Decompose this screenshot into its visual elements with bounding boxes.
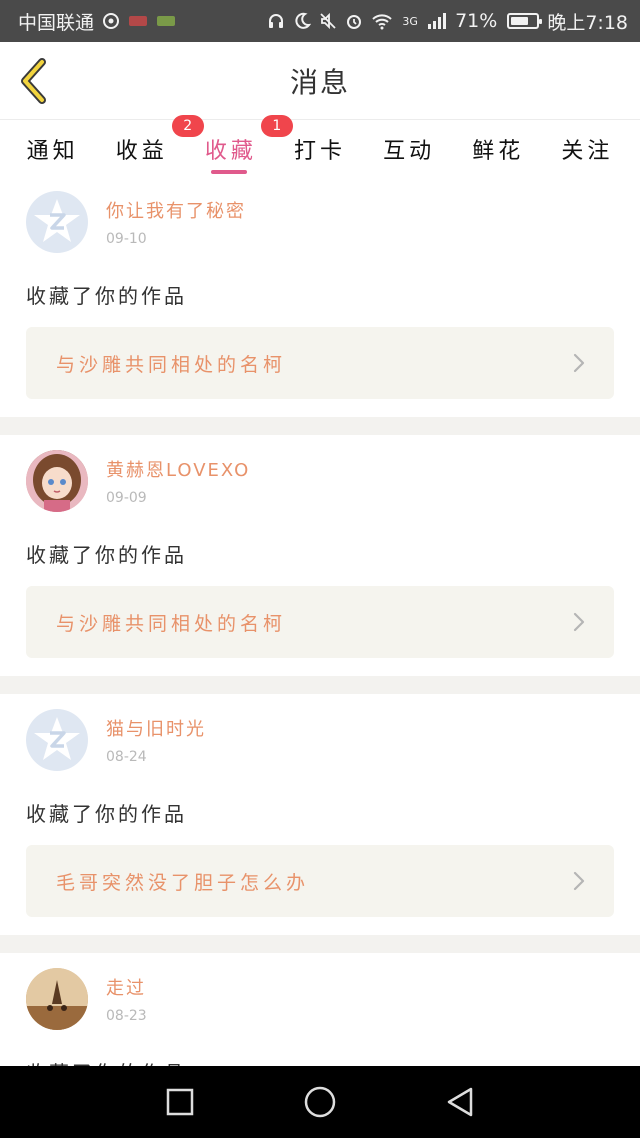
tab-1[interactable]: 收益 2 (115, 115, 204, 176)
action-text: 收藏了你的作品 (26, 284, 187, 308)
tab-label: 打卡 (293, 138, 346, 164)
alarm-icon (345, 10, 363, 32)
status-bar: 中国联通 3G 71% 晚上7:18 (0, 0, 640, 42)
battery-icon (507, 13, 543, 29)
tab-4[interactable]: 互动 (383, 121, 435, 176)
tab-label: 互动 (383, 138, 436, 164)
date: 09-09 (106, 490, 147, 506)
work-title: 与沙雕共同相处的名柯 (56, 353, 287, 376)
message-item[interactable]: 猫与旧时光 08-24 收藏了你的作品毛哥突然没了胆子怎么办 (0, 694, 640, 935)
tab-5[interactable]: 鲜花 (472, 121, 524, 176)
chevron-right-icon (573, 871, 585, 891)
tab-label: 鲜花 (472, 138, 525, 164)
scene-avatar (26, 968, 88, 1030)
message-item[interactable]: 你让我有了秘密 09-10 收藏了你的作品与沙雕共同相处的名柯 (0, 176, 640, 417)
date: 08-24 (106, 749, 147, 765)
chevron-right-icon (573, 353, 585, 373)
tab-label: 关注 (561, 138, 614, 164)
system-nav-bar (0, 1066, 640, 1138)
unread-badge: 2 (171, 115, 204, 137)
date: 08-23 (106, 1008, 147, 1024)
item-header: 猫与旧时光 08-24 (26, 704, 614, 776)
item-header: 你让我有了秘密 09-10 (26, 186, 614, 258)
recent-apps-button[interactable] (156, 1078, 204, 1126)
default-avatar-icon (34, 199, 80, 242)
carrier-label: 中国联通 (18, 11, 95, 34)
tab-2[interactable]: 收藏 1 (204, 115, 293, 176)
square-icon (166, 1088, 194, 1116)
anime-girl-avatar (26, 450, 88, 512)
action-text: 收藏了你的作品 (26, 543, 187, 567)
screen: 中国联通 3G 71% 晚上7:18 消息 通知 收益 2 收藏 1 打卡 互动… (0, 0, 640, 1138)
separator (0, 935, 640, 953)
work-card[interactable]: 毛哥突然没了胆子怎么办 (26, 845, 614, 917)
work-card[interactable]: 与沙雕共同相处的名柯 (26, 586, 614, 658)
item-meta: 黄赫恩LOVEXO 09-09 (106, 456, 250, 506)
network-type-label: 3G (402, 14, 418, 28)
tab-0[interactable]: 通知 (27, 121, 79, 176)
tab-3[interactable]: 打卡 (294, 121, 346, 176)
default-avatar-icon (34, 717, 80, 760)
clock: 晚上7:18 (547, 11, 628, 34)
date: 09-10 (106, 231, 147, 247)
mute-icon (319, 10, 337, 32)
header: 消息 (0, 42, 640, 120)
work-card[interactable]: 与沙雕共同相处的名柯 (26, 327, 614, 399)
tab-label: 通知 (26, 138, 79, 164)
avatar[interactable] (26, 191, 88, 253)
nickname[interactable]: 黄赫恩LOVEXO (106, 456, 250, 482)
battery-percent: 71% (455, 10, 498, 32)
avatar[interactable] (26, 709, 88, 771)
tab-bar: 通知 收益 2 收藏 1 打卡 互动 鲜花 关注 (0, 115, 640, 176)
tab-6[interactable]: 关注 (561, 121, 613, 176)
item-header: 走过 08-23 (26, 963, 614, 1035)
headset-icon (267, 10, 285, 32)
unread-badge: 1 (260, 115, 293, 137)
avatar[interactable] (26, 968, 88, 1030)
app-notification-icon-2 (156, 10, 176, 32)
action-text: 收藏了你的作品 (26, 1057, 614, 1066)
triangle-back-icon (447, 1087, 473, 1117)
message-list: 你让我有了秘密 09-10 收藏了你的作品 与沙雕共同相处的名柯 黄赫恩LOVEXO 09… (0, 176, 640, 1066)
chevron-left-icon (21, 58, 46, 104)
avatar[interactable] (26, 450, 88, 512)
tab-label: 收藏 (204, 138, 257, 164)
circle-icon (304, 1086, 336, 1118)
work-title: 毛哥突然没了胆子怎么办 (56, 871, 310, 894)
home-button[interactable] (296, 1078, 344, 1126)
work-title: 与沙雕共同相处的名柯 (56, 612, 287, 635)
message-item[interactable]: 黄赫恩LOVEXO 09-09 收藏了你的作品与沙雕共同相处的名柯 (0, 435, 640, 676)
status-left: 中国联通 (18, 8, 176, 35)
message-item[interactable]: 走过 08-23 收藏了你的作品 (0, 953, 640, 1066)
nickname[interactable]: 走过 (106, 974, 147, 1000)
back-button[interactable] (14, 56, 54, 106)
tab-label: 收益 (115, 138, 168, 164)
item-meta: 猫与旧时光 08-24 (106, 715, 206, 765)
nickname[interactable]: 猫与旧时光 (106, 715, 206, 741)
action-text: 收藏了你的作品 (26, 802, 187, 826)
sync-icon (102, 10, 120, 32)
item-meta: 你让我有了秘密 09-10 (106, 197, 246, 247)
moon-icon (293, 10, 312, 32)
back-nav-button[interactable] (436, 1078, 484, 1126)
nickname[interactable]: 你让我有了秘密 (106, 197, 246, 223)
status-right: 3G 71% 晚上7:18 (267, 8, 628, 35)
item-meta: 走过 08-23 (106, 974, 147, 1024)
separator (0, 417, 640, 435)
item-header: 黄赫恩LOVEXO 09-09 (26, 445, 614, 517)
battery-fill (511, 17, 529, 25)
app-notification-icon (128, 10, 148, 32)
page-title: 消息 (289, 65, 350, 99)
chevron-right-icon (573, 612, 585, 632)
separator (0, 676, 640, 694)
wifi-icon (371, 10, 393, 32)
signal-icon (427, 10, 447, 32)
